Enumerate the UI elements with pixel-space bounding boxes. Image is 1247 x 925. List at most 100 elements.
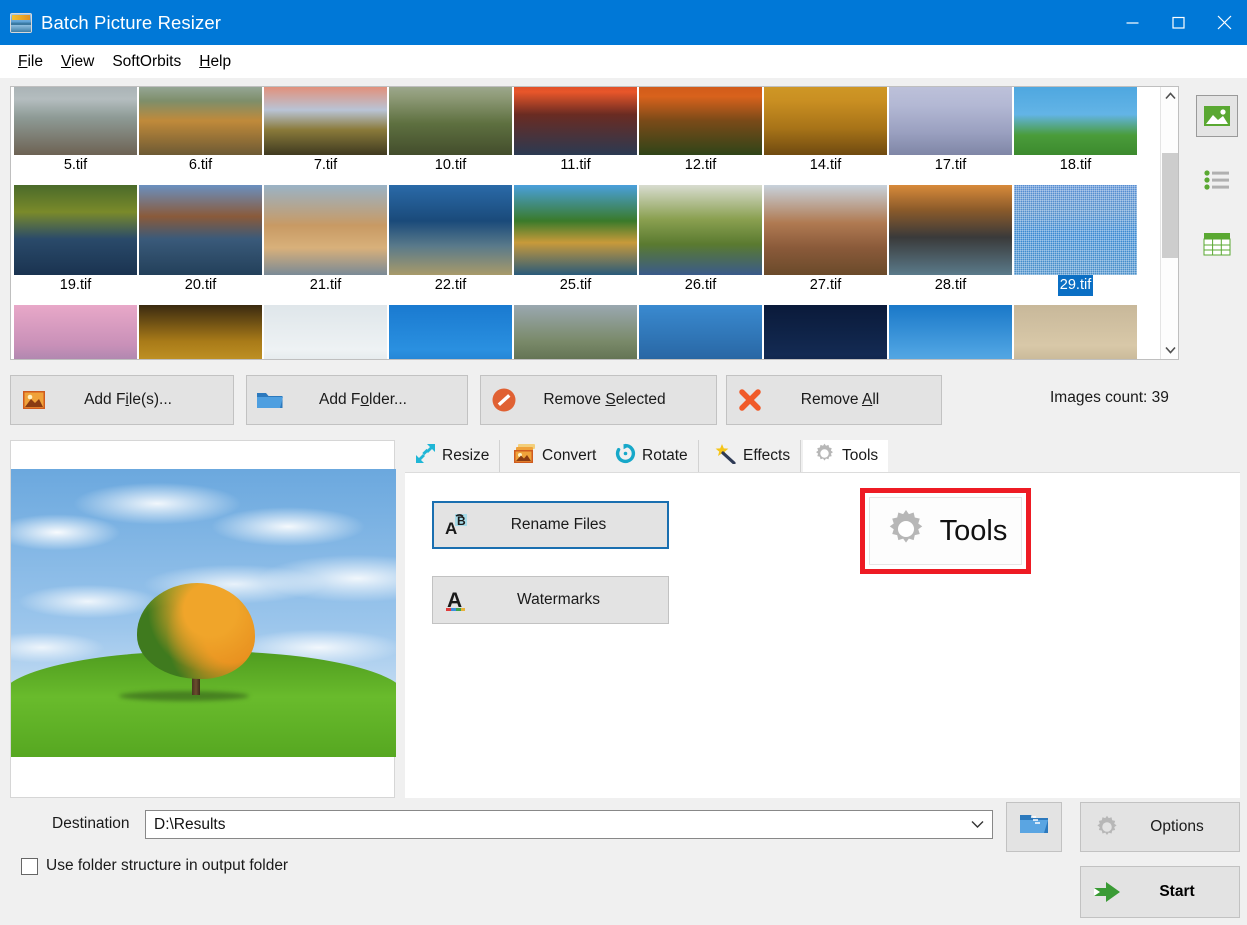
thumbnail-scroll-area[interactable]: 5.tif 6.tif 7.tif 10.tif 11.tif 12.tif 14.tif 1… (11, 87, 1161, 359)
image-list-panel[interactable]: 5.tif 6.tif 7.tif 10.tif 11.tif 12.tif 14.tif 1… (10, 86, 1179, 360)
table-view-button[interactable] (1196, 223, 1238, 265)
vertical-scrollbar[interactable] (1160, 87, 1178, 359)
destination-value[interactable]: D:\Results (146, 816, 962, 834)
scroll-down-icon[interactable] (1161, 341, 1178, 359)
remove-all-button[interactable]: Remove All (726, 375, 942, 425)
add-image-icon (11, 390, 57, 410)
thumbnail-item[interactable]: 6.tif (138, 87, 263, 185)
minimize-button[interactable] (1109, 0, 1155, 45)
destination-combobox[interactable]: D:\Results (145, 810, 993, 839)
thumbnail-image[interactable] (389, 185, 512, 275)
scroll-up-icon[interactable] (1161, 87, 1178, 105)
thumbnail-image[interactable] (639, 185, 762, 275)
tab-tools-label: Tools (842, 447, 879, 464)
thumbnail-item[interactable]: 10.tif (388, 87, 513, 185)
maximize-button[interactable] (1155, 0, 1201, 45)
thumbnail-item[interactable]: 22.tif (388, 185, 513, 305)
close-button[interactable] (1201, 0, 1247, 45)
thumbnail-item[interactable]: 33.tif (263, 305, 388, 359)
thumbnail-image[interactable] (389, 305, 512, 359)
thumbnail-image[interactable] (14, 185, 137, 275)
thumbnail-item[interactable]: 19.tif (13, 185, 138, 305)
thumbnail-item[interactable]: 21.tif (263, 185, 388, 305)
thumbnail-image[interactable] (264, 87, 387, 155)
thumbnail-item[interactable]: 7.tif (263, 87, 388, 185)
thumbnail-image[interactable] (139, 305, 262, 359)
chevron-down-icon[interactable] (962, 820, 992, 829)
thumbnail-image[interactable] (1014, 87, 1137, 155)
options-button[interactable]: Options (1080, 802, 1240, 852)
thumbnail-item[interactable]: 27.tif (763, 185, 888, 305)
thumbnail-item[interactable]: 37.tif (513, 305, 638, 359)
scrollbar-thumb[interactable] (1162, 153, 1178, 258)
thumbnail-image[interactable] (264, 305, 387, 359)
menu-item-help[interactable]: Help (190, 50, 240, 74)
thumbnail-image[interactable] (764, 87, 887, 155)
thumbnail-item[interactable]: 32.tif (138, 305, 263, 359)
add-files-button[interactable]: Add File(s)... (10, 375, 234, 425)
thumbnail-item[interactable]: 18.tif (1013, 87, 1138, 185)
thumbnail-item[interactable]: 5.tif (13, 87, 138, 185)
thumbnail-item[interactable]: 26.tif (638, 185, 763, 305)
thumbnail-image[interactable] (764, 305, 887, 359)
thumbnail-image[interactable] (139, 185, 262, 275)
thumbnail-image[interactable] (389, 87, 512, 155)
menu-item-softorbits[interactable]: SoftOrbits (103, 50, 190, 74)
thumbnail-filename: 26.tif (684, 277, 717, 293)
thumbnail-item[interactable]: 14.tif (763, 87, 888, 185)
thumbnails-view-button[interactable] (1196, 95, 1238, 137)
thumbnail-image[interactable] (514, 185, 637, 275)
remove-selected-button[interactable]: Remove Selected (480, 375, 717, 425)
thumbnail-item[interactable]: 25.tif (513, 185, 638, 305)
watermarks-button[interactable]: A Watermarks (432, 576, 669, 624)
thumbnail-image[interactable] (139, 87, 262, 155)
thumbnail-item[interactable]: 40.tif (888, 305, 1013, 359)
tab-effects[interactable]: Effects (705, 440, 802, 472)
folder-icon (247, 389, 293, 411)
thumbnail-item[interactable]: 28.tif (888, 185, 1013, 305)
thumbnail-image[interactable] (764, 185, 887, 275)
thumbnail-item[interactable]: 38.tif (638, 305, 763, 359)
thumbnail-item[interactable]: 35.tif (388, 305, 513, 359)
thumbnail-image[interactable] (514, 87, 637, 155)
add-folder-button[interactable]: Add Folder... (246, 375, 468, 425)
menu-item-view[interactable]: View (52, 50, 103, 74)
thumbnail-filename: 12.tif (684, 157, 717, 173)
use-folder-structure-row[interactable]: Use folder structure in output folder (21, 857, 288, 875)
thumbnail-image[interactable] (264, 185, 387, 275)
tools-tab-panel: A B Rename Files A Watermarks (405, 472, 1240, 798)
thumbnail-image[interactable] (1014, 185, 1137, 275)
thumbnail-item[interactable]: 20.tif (138, 185, 263, 305)
browse-folder-button[interactable] (1006, 802, 1062, 852)
tab-tools[interactable]: Tools (803, 440, 889, 472)
thumbnail-image[interactable] (14, 87, 137, 155)
list-view-button[interactable] (1196, 159, 1238, 201)
start-button[interactable]: Start (1080, 866, 1240, 918)
thumbnail-image[interactable] (889, 305, 1012, 359)
preview-image (11, 469, 396, 757)
thumbnail-image[interactable] (1014, 305, 1137, 359)
use-folder-structure-checkbox[interactable] (21, 857, 38, 875)
add-folder-label: Add Folder... (319, 391, 407, 408)
thumbnail-item[interactable]: 17.tif (888, 87, 1013, 185)
menu-item-file[interactable]: File (9, 50, 52, 74)
thumbnail-row: 30.tif32.tif33.tif35.tif37.tif38.tif39.t… (11, 305, 1161, 359)
rename-files-button[interactable]: A B Rename Files (432, 501, 669, 549)
thumbnail-item[interactable]: 30.tif (13, 305, 138, 359)
thumbnail-image[interactable] (639, 87, 762, 155)
thumbnail-item[interactable]: 12.tif (638, 87, 763, 185)
tab-convert[interactable]: Convert (503, 440, 608, 472)
tab-rotate[interactable]: Rotate (605, 440, 699, 472)
thumbnail-item[interactable]: 29.tif (1013, 185, 1138, 305)
thumbnail-image[interactable] (514, 305, 637, 359)
add-files-label: Add File(s)... (84, 391, 172, 408)
thumbnail-item[interactable]: 39.tif (763, 305, 888, 359)
thumbnail-item[interactable]: autumn lake.tif (1013, 305, 1138, 359)
thumbnail-item[interactable]: 11.tif (513, 87, 638, 185)
thumbnail-image[interactable] (639, 305, 762, 359)
thumbnail-filename: 27.tif (809, 277, 842, 293)
thumbnail-image[interactable] (889, 87, 1012, 155)
tab-resize[interactable]: Resize (405, 440, 501, 472)
thumbnail-image[interactable] (14, 305, 137, 359)
thumbnail-image[interactable] (889, 185, 1012, 275)
